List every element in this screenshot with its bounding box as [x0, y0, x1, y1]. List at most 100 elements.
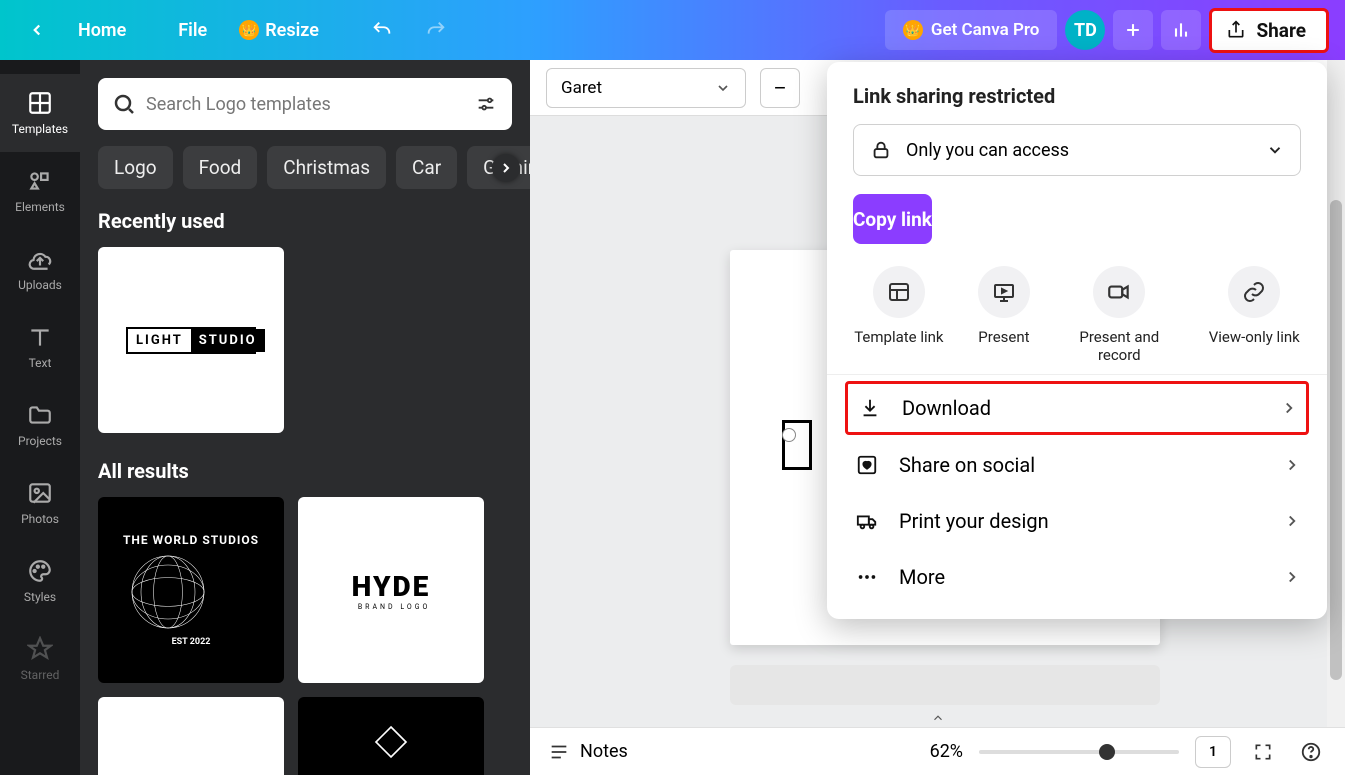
chips-next-button[interactable]	[492, 154, 520, 182]
more-options-button[interactable]: More	[827, 549, 1327, 605]
plus-icon	[1123, 20, 1143, 40]
back-button[interactable]	[16, 13, 58, 47]
rail-text[interactable]: Text	[0, 308, 80, 386]
panel-collapse-handle[interactable]	[528, 383, 530, 453]
app-header: Home File 👑 Resize 👑 Get Canva Pro TD Sh…	[0, 0, 1345, 60]
heart-square-icon	[856, 454, 878, 476]
chip-logo[interactable]: Logo	[98, 146, 173, 189]
redo-button[interactable]	[413, 11, 459, 49]
page-number: 1	[1209, 744, 1217, 760]
search-field[interactable]	[98, 78, 512, 130]
home-button[interactable]: Home	[66, 12, 138, 49]
crown-icon: 👑	[239, 20, 259, 40]
fullscreen-button[interactable]	[1247, 736, 1279, 768]
share-social-button[interactable]: Share on social	[827, 437, 1327, 493]
rail-label: Templates	[12, 122, 68, 136]
notes-icon	[548, 741, 570, 763]
chip-car[interactable]: Car	[396, 146, 457, 189]
rail-label: Projects	[18, 434, 62, 448]
list-label: Print your design	[899, 509, 1049, 533]
filter-button[interactable]	[474, 92, 498, 116]
font-name: Garet	[561, 78, 602, 98]
bar-chart-icon	[1171, 20, 1191, 40]
page-expand-button[interactable]	[928, 711, 948, 725]
resize-label: Resize	[265, 20, 319, 41]
logo-preview: HYDE BRAND LOGO	[352, 570, 431, 611]
zoom-level[interactable]: 62%	[930, 741, 963, 762]
rail-elements[interactable]: Elements	[0, 152, 80, 230]
present-button[interactable]: Present	[978, 266, 1030, 364]
template-thumb[interactable]	[98, 697, 284, 775]
download-button[interactable]: Download	[845, 381, 1309, 435]
chip-food[interactable]: Food	[183, 146, 258, 189]
expand-icon	[1253, 742, 1273, 762]
notes-button[interactable]: Notes	[548, 741, 628, 763]
search-icon	[112, 92, 136, 116]
scrollbar-thumb[interactable]	[1330, 200, 1342, 680]
page-indicator[interactable]: 1	[1195, 736, 1231, 768]
star-icon	[27, 636, 53, 662]
font-selector[interactable]: Garet	[546, 68, 746, 108]
uploads-icon	[27, 246, 53, 272]
add-page-button[interactable]	[730, 665, 1160, 705]
logo-text: STUDIO	[191, 329, 265, 352]
get-pro-button[interactable]: 👑 Get Canva Pro	[885, 10, 1058, 50]
logo-text: LIGHT	[128, 329, 191, 352]
print-design-button[interactable]: Print your design	[827, 493, 1327, 549]
template-thumb[interactable]	[298, 697, 484, 775]
all-results-heading: All results	[98, 459, 512, 483]
add-button[interactable]	[1113, 10, 1153, 50]
help-icon	[1300, 741, 1322, 763]
list-label: Share on social	[899, 453, 1035, 477]
rail-uploads[interactable]: Uploads	[0, 230, 80, 308]
logo-preview: THE WORLD STUDIOS EST 2022	[123, 533, 259, 647]
analytics-button[interactable]	[1161, 10, 1201, 50]
rail-label: Elements	[15, 200, 65, 214]
chevron-up-icon	[928, 711, 948, 725]
rail-label: Starred	[21, 668, 60, 682]
rail-photos[interactable]: Photos	[0, 464, 80, 542]
present-record-button[interactable]: Present and record	[1064, 266, 1174, 364]
selection-handle[interactable]	[782, 428, 796, 442]
sliders-icon	[475, 93, 497, 115]
crown-icon: 👑	[903, 20, 923, 40]
share-popover: Link sharing restricted Only you can acc…	[827, 62, 1327, 619]
view-only-link-button[interactable]: View-only link	[1209, 266, 1300, 364]
text-icon	[27, 324, 53, 350]
template-thumb[interactable]: THE WORLD STUDIOS EST 2022	[98, 497, 284, 683]
share-icon	[1226, 20, 1246, 40]
search-input[interactable]	[146, 94, 464, 115]
template-thumb[interactable]: LIGHT STUDIO	[98, 247, 284, 433]
undo-icon	[371, 19, 393, 41]
zoom-slider[interactable]	[979, 750, 1179, 754]
rail-projects[interactable]: Projects	[0, 386, 80, 464]
list-label: More	[899, 565, 945, 589]
layout-icon	[887, 280, 911, 304]
slider-thumb[interactable]	[1099, 744, 1115, 760]
template-thumb[interactable]: HYDE BRAND LOGO	[298, 497, 484, 683]
undo-button[interactable]	[359, 11, 405, 49]
template-link-button[interactable]: Template link	[854, 266, 943, 364]
action-label: Present and record	[1064, 328, 1174, 364]
vertical-scrollbar[interactable]	[1327, 60, 1345, 727]
file-menu-button[interactable]: File	[166, 12, 219, 49]
rail-label: Uploads	[18, 278, 62, 292]
templates-icon	[27, 90, 53, 116]
filter-chips: Logo Food Christmas Car Gaming	[98, 146, 512, 189]
popover-heading: Link sharing restricted	[827, 84, 1327, 124]
chevron-right-icon	[1280, 399, 1298, 417]
font-size-decrease[interactable]: –	[760, 68, 800, 108]
rail-label: Photos	[21, 512, 59, 526]
bottom-bar: Notes 62% 1	[530, 727, 1345, 775]
left-rail: Templates Elements Uploads Text Projects…	[0, 60, 80, 775]
rail-templates[interactable]: Templates	[0, 74, 80, 152]
chip-christmas[interactable]: Christmas	[267, 146, 386, 189]
rail-styles[interactable]: Styles	[0, 542, 80, 620]
share-button[interactable]: Share	[1209, 8, 1329, 53]
access-selector[interactable]: Only you can access	[853, 124, 1301, 176]
user-avatar[interactable]: TD	[1065, 10, 1105, 50]
help-button[interactable]	[1295, 736, 1327, 768]
resize-button[interactable]: 👑 Resize	[227, 12, 331, 49]
copy-link-button[interactable]: Copy link	[853, 194, 932, 244]
rail-starred[interactable]: Starred	[0, 620, 80, 698]
